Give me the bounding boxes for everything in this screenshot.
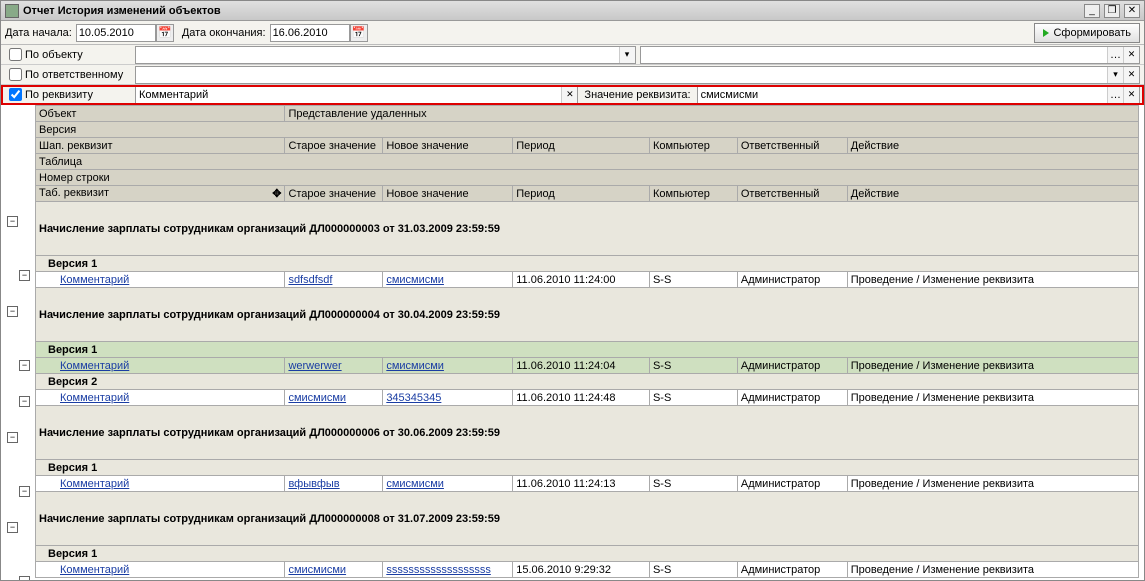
by-object-combo1[interactable] bbox=[135, 46, 636, 64]
col-old-value: Старое значение bbox=[285, 138, 383, 154]
date-start-calendar-icon[interactable]: 📅 bbox=[156, 24, 174, 42]
version-row[interactable]: Версия 1 bbox=[36, 546, 1139, 562]
collapse-icon[interactable]: − bbox=[19, 486, 30, 497]
collapse-icon[interactable]: − bbox=[19, 396, 30, 407]
value-link[interactable]: смисмисми bbox=[288, 564, 346, 576]
value-link[interactable]: 345345345 bbox=[386, 392, 441, 404]
by-object-checkbox[interactable] bbox=[9, 48, 22, 61]
date-start-label: Дата начала: bbox=[5, 27, 72, 39]
col-deleted: Представление удаленных bbox=[285, 106, 1139, 122]
generate-button[interactable]: Сформировать bbox=[1034, 23, 1140, 43]
collapse-icon[interactable]: − bbox=[7, 432, 18, 443]
value-link[interactable]: sssssssssssssssssss bbox=[386, 564, 491, 576]
by-requisite-combo[interactable]: Комментарий bbox=[135, 86, 578, 104]
version-row[interactable]: Версия 2 bbox=[36, 374, 1139, 390]
filter-by-object: По объекту bbox=[1, 45, 1144, 65]
col-new-value: Новое значение bbox=[383, 138, 513, 154]
collapse-icon[interactable]: − bbox=[19, 360, 30, 371]
col-period: Период bbox=[513, 138, 650, 154]
requisite-link[interactable]: Комментарий bbox=[60, 360, 129, 372]
value-link[interactable]: werwerwer bbox=[288, 360, 341, 372]
date-end-calendar-icon[interactable]: 📅 bbox=[350, 24, 368, 42]
by-responsible-checkbox[interactable] bbox=[9, 68, 22, 81]
col-tab-requisite: Таб. реквизит✥ bbox=[36, 186, 285, 202]
by-object-combo2[interactable] bbox=[640, 46, 1141, 64]
object-row[interactable]: Начисление зарплаты сотрудникам организа… bbox=[36, 492, 1139, 546]
col-row-number: Номер строки bbox=[36, 170, 1139, 186]
col-object: Объект bbox=[36, 106, 285, 122]
object-row[interactable]: Начисление зарплаты сотрудникам организа… bbox=[36, 202, 1139, 256]
value-link[interactable]: смисмисми bbox=[386, 360, 444, 372]
data-row[interactable]: Комментарийсмисмисми34534534511.06.2010 … bbox=[36, 390, 1139, 406]
collapse-icon[interactable]: − bbox=[7, 522, 18, 533]
value-link[interactable]: вфывфыв bbox=[288, 478, 339, 490]
requisite-link[interactable]: Комментарий bbox=[60, 274, 129, 286]
ellipsis-icon[interactable] bbox=[1107, 87, 1123, 103]
app-icon bbox=[5, 4, 19, 18]
requisite-link[interactable]: Комментарий bbox=[60, 478, 129, 490]
object-row[interactable]: Начисление зарплаты сотрудникам организа… bbox=[36, 288, 1139, 342]
clear-icon[interactable] bbox=[1123, 67, 1139, 83]
ellipsis-icon[interactable] bbox=[1107, 47, 1123, 63]
value-link[interactable]: sdfsdfsdf bbox=[288, 274, 332, 286]
by-requisite-label: По реквизиту bbox=[25, 89, 135, 101]
result-grid[interactable]: ОбъектПредставление удаленных Версия Шап… bbox=[1, 105, 1144, 580]
clear-icon[interactable] bbox=[561, 87, 577, 103]
report-window: Отчет История изменений объектов _ ❐ ✕ Д… bbox=[0, 0, 1145, 581]
minimize-button[interactable]: _ bbox=[1084, 4, 1100, 18]
close-button[interactable]: ✕ bbox=[1124, 4, 1140, 18]
version-row[interactable]: Версия 1 bbox=[36, 342, 1139, 358]
by-requisite-checkbox[interactable] bbox=[9, 88, 22, 101]
col-header-requisite: Шап. реквизит bbox=[36, 138, 285, 154]
value-link[interactable]: смисмисми bbox=[288, 392, 346, 404]
date-end-label: Дата окончания: bbox=[182, 27, 266, 39]
collapse-icon[interactable]: − bbox=[19, 576, 30, 580]
collapse-icon[interactable]: − bbox=[7, 216, 18, 227]
by-responsible-label: По ответственному bbox=[25, 69, 135, 81]
version-row[interactable]: Версия 1 bbox=[36, 460, 1139, 476]
filter-by-requisite: По реквизиту Комментарий Значение реквиз… bbox=[1, 85, 1144, 105]
filter-by-responsible: По ответственному bbox=[1, 65, 1144, 85]
col-version: Версия bbox=[36, 122, 1139, 138]
date-end-input[interactable] bbox=[270, 24, 350, 42]
requisite-link[interactable]: Комментарий bbox=[60, 392, 129, 404]
requisite-link[interactable]: Комментарий bbox=[60, 564, 129, 576]
date-start-input[interactable] bbox=[76, 24, 156, 42]
generate-label: Сформировать bbox=[1053, 27, 1131, 39]
value-link[interactable]: смисмисми bbox=[386, 478, 444, 490]
maximize-button[interactable]: ❐ bbox=[1104, 4, 1120, 18]
version-row[interactable]: Версия 1 bbox=[36, 256, 1139, 272]
data-row[interactable]: Комментарийвфывфывсмисмисми11.06.2010 11… bbox=[36, 476, 1139, 492]
titlebar: Отчет История изменений объектов _ ❐ ✕ bbox=[1, 1, 1144, 21]
by-responsible-combo[interactable] bbox=[135, 66, 1140, 84]
clear-icon[interactable] bbox=[1123, 47, 1139, 63]
data-row[interactable]: Комментарийwerwerwerсмисмисми11.06.2010 … bbox=[36, 358, 1139, 374]
data-row[interactable]: Комментарийsdfsdfsdfсмисмисми11.06.2010 … bbox=[36, 272, 1139, 288]
by-object-label: По объекту bbox=[25, 49, 135, 61]
play-icon bbox=[1043, 29, 1049, 37]
clear-icon[interactable] bbox=[1123, 87, 1139, 103]
col-computer: Компьютер bbox=[649, 138, 737, 154]
object-row[interactable]: Начисление зарплаты сотрудникам организа… bbox=[36, 406, 1139, 460]
collapse-icon[interactable]: − bbox=[19, 270, 30, 281]
requisite-value-label: Значение реквизита: bbox=[584, 89, 690, 101]
collapse-icon[interactable]: − bbox=[7, 306, 18, 317]
window-title: Отчет История изменений объектов bbox=[23, 5, 1084, 17]
col-responsible: Ответственный bbox=[737, 138, 847, 154]
date-toolbar: Дата начала: 📅 Дата окончания: 📅 Сформир… bbox=[1, 21, 1144, 45]
value-link[interactable]: смисмисми bbox=[386, 274, 444, 286]
col-action: Действие bbox=[847, 138, 1138, 154]
chevron-down-icon[interactable] bbox=[1107, 67, 1123, 83]
col-table: Таблица bbox=[36, 154, 1139, 170]
data-row[interactable]: Комментарийсмисмисмиsssssssssssssssssss1… bbox=[36, 562, 1139, 578]
chevron-down-icon[interactable] bbox=[619, 47, 635, 63]
by-requisite-value-input[interactable]: смисмисми bbox=[697, 86, 1140, 104]
